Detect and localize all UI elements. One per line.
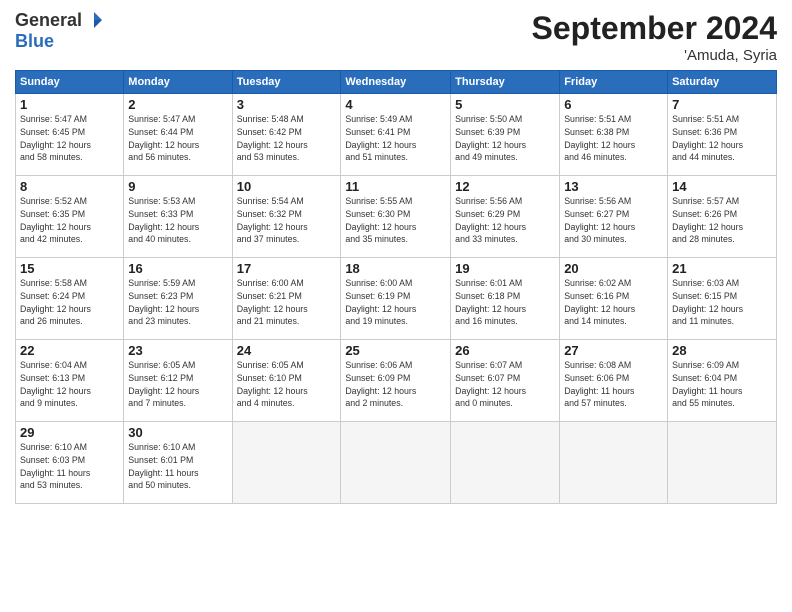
- page-header: General Blue September 2024 'Amuda, Syri…: [15, 10, 777, 64]
- logo-blue-text: Blue: [15, 31, 104, 52]
- day-5: 5 Sunrise: 5:50 AMSunset: 6:39 PMDayligh…: [451, 94, 560, 176]
- day-27: 27 Sunrise: 6:08 AMSunset: 6:06 PMDaylig…: [560, 340, 668, 422]
- day-7: 7 Sunrise: 5:51 AMSunset: 6:36 PMDayligh…: [668, 94, 777, 176]
- day-4: 4 Sunrise: 5:49 AMSunset: 6:41 PMDayligh…: [341, 94, 451, 176]
- weekday-header-row: Sunday Monday Tuesday Wednesday Thursday…: [16, 71, 777, 94]
- empty-cell-1: [232, 422, 341, 504]
- day-24: 24 Sunrise: 6:05 AMSunset: 6:10 PMDaylig…: [232, 340, 341, 422]
- day-21: 21 Sunrise: 6:03 AMSunset: 6:15 PMDaylig…: [668, 258, 777, 340]
- logo: General Blue: [15, 10, 104, 52]
- day-29: 29 Sunrise: 6:10 AMSunset: 6:03 PMDaylig…: [16, 422, 124, 504]
- header-wednesday: Wednesday: [341, 71, 451, 94]
- day-26: 26 Sunrise: 6:07 AMSunset: 6:07 PMDaylig…: [451, 340, 560, 422]
- day-20: 20 Sunrise: 6:02 AMSunset: 6:16 PMDaylig…: [560, 258, 668, 340]
- header-tuesday: Tuesday: [232, 71, 341, 94]
- day-28: 28 Sunrise: 6:09 AMSunset: 6:04 PMDaylig…: [668, 340, 777, 422]
- week-row-2: 8 Sunrise: 5:52 AMSunset: 6:35 PMDayligh…: [16, 176, 777, 258]
- day-17: 17 Sunrise: 6:00 AMSunset: 6:21 PMDaylig…: [232, 258, 341, 340]
- empty-cell-2: [341, 422, 451, 504]
- week-row-5: 29 Sunrise: 6:10 AMSunset: 6:03 PMDaylig…: [16, 422, 777, 504]
- calendar-table: Sunday Monday Tuesday Wednesday Thursday…: [15, 70, 777, 504]
- day-6: 6 Sunrise: 5:51 AMSunset: 6:38 PMDayligh…: [560, 94, 668, 176]
- location-text: 'Amuda, Syria: [532, 47, 777, 64]
- day-14: 14 Sunrise: 5:57 AMSunset: 6:26 PMDaylig…: [668, 176, 777, 258]
- day-18: 18 Sunrise: 6:00 AMSunset: 6:19 PMDaylig…: [341, 258, 451, 340]
- logo-general-text: General: [15, 10, 82, 31]
- empty-cell-3: [451, 422, 560, 504]
- header-sunday: Sunday: [16, 71, 124, 94]
- header-saturday: Saturday: [668, 71, 777, 94]
- day-30: 30 Sunrise: 6:10 AMSunset: 6:01 PMDaylig…: [124, 422, 232, 504]
- day-25: 25 Sunrise: 6:06 AMSunset: 6:09 PMDaylig…: [341, 340, 451, 422]
- day-16: 16 Sunrise: 5:59 AMSunset: 6:23 PMDaylig…: [124, 258, 232, 340]
- day-11: 11 Sunrise: 5:55 AMSunset: 6:30 PMDaylig…: [341, 176, 451, 258]
- day-10: 10 Sunrise: 5:54 AMSunset: 6:32 PMDaylig…: [232, 176, 341, 258]
- logo-flag-icon: [84, 10, 104, 30]
- day-2: 2 Sunrise: 5:47 AMSunset: 6:44 PMDayligh…: [124, 94, 232, 176]
- day-13: 13 Sunrise: 5:56 AMSunset: 6:27 PMDaylig…: [560, 176, 668, 258]
- day-3: 3 Sunrise: 5:48 AMSunset: 6:42 PMDayligh…: [232, 94, 341, 176]
- day-22: 22 Sunrise: 6:04 AMSunset: 6:13 PMDaylig…: [16, 340, 124, 422]
- day-12: 12 Sunrise: 5:56 AMSunset: 6:29 PMDaylig…: [451, 176, 560, 258]
- month-title: September 2024: [532, 10, 777, 47]
- day-23: 23 Sunrise: 6:05 AMSunset: 6:12 PMDaylig…: [124, 340, 232, 422]
- week-row-4: 22 Sunrise: 6:04 AMSunset: 6:13 PMDaylig…: [16, 340, 777, 422]
- day-9: 9 Sunrise: 5:53 AMSunset: 6:33 PMDayligh…: [124, 176, 232, 258]
- header-friday: Friday: [560, 71, 668, 94]
- day-15: 15 Sunrise: 5:58 AMSunset: 6:24 PMDaylig…: [16, 258, 124, 340]
- day-1: 1 Sunrise: 5:47 AMSunset: 6:45 PMDayligh…: [16, 94, 124, 176]
- empty-cell-4: [560, 422, 668, 504]
- calendar-page: General Blue September 2024 'Amuda, Syri…: [0, 0, 792, 612]
- header-thursday: Thursday: [451, 71, 560, 94]
- empty-cell-5: [668, 422, 777, 504]
- title-block: September 2024 'Amuda, Syria: [532, 10, 777, 64]
- week-row-3: 15 Sunrise: 5:58 AMSunset: 6:24 PMDaylig…: [16, 258, 777, 340]
- day-19: 19 Sunrise: 6:01 AMSunset: 6:18 PMDaylig…: [451, 258, 560, 340]
- day-8: 8 Sunrise: 5:52 AMSunset: 6:35 PMDayligh…: [16, 176, 124, 258]
- week-row-1: 1 Sunrise: 5:47 AMSunset: 6:45 PMDayligh…: [16, 94, 777, 176]
- header-monday: Monday: [124, 71, 232, 94]
